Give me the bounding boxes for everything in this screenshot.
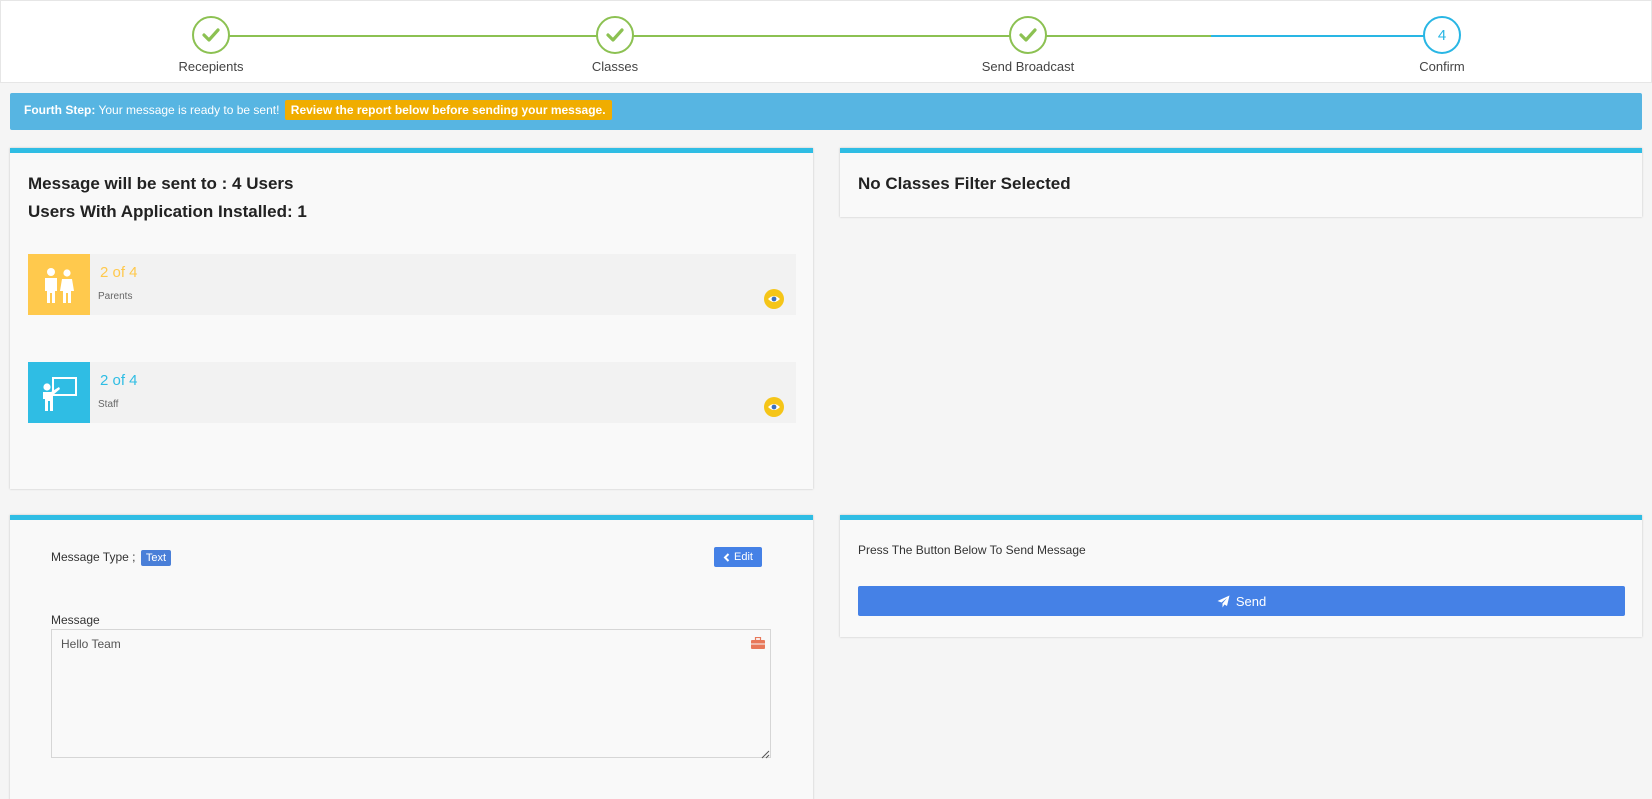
classes-panel: No Classes Filter Selected <box>840 148 1642 217</box>
edit-button[interactable]: Edit <box>714 547 762 567</box>
send-hint: Press The Button Below To Send Message <box>858 543 1086 557</box>
step-label: Send Broadcast <box>981 59 1075 74</box>
staff-stat: 2 of 4 Staff <box>28 362 796 423</box>
installed-count-text: Users With Application Installed: 1 <box>28 202 307 221</box>
send-panel: Press The Button Below To Send Message S… <box>840 515 1642 637</box>
step-confirm[interactable]: 4 Confirm <box>1352 16 1532 74</box>
check-icon <box>1009 16 1047 54</box>
briefcase-icon[interactable] <box>751 636 765 654</box>
step-number: 4 <box>1423 16 1461 54</box>
message-type-label: Message Type ; <box>51 550 136 564</box>
wizard-stepper: Recepients Classes Send Broadcast 4 Conf… <box>0 0 1652 83</box>
send-button-label: Send <box>1235 593 1267 609</box>
paper-plane-icon <box>1217 595 1230 607</box>
parents-stat: 2 of 4 Parents <box>28 254 796 315</box>
resize-grip-icon[interactable] <box>760 746 770 764</box>
classes-title: No Classes Filter Selected <box>858 174 1071 193</box>
message-textarea[interactable]: Hello Team <box>51 629 771 758</box>
view-staff-eye-icon[interactable] <box>764 397 784 417</box>
staff-label: Staff <box>98 399 119 410</box>
step-send-broadcast[interactable]: Send Broadcast <box>938 16 1118 74</box>
message-type-badge: Text <box>140 550 172 566</box>
recipients-summary-panel: Message will be sent to : 4 Users Users … <box>10 148 813 489</box>
alert-text: Your message is ready to be sent! <box>98 103 280 117</box>
message-field-label: Message <box>51 613 100 627</box>
step-label: Confirm <box>1419 59 1465 74</box>
step-recepients[interactable]: Recepients <box>121 16 301 74</box>
send-button[interactable]: Send <box>858 586 1625 616</box>
info-alert: Fourth Step: Your message is ready to be… <box>10 93 1642 130</box>
teacher-icon <box>28 362 90 423</box>
parents-count: 2 of 4 <box>100 264 138 281</box>
chevron-left-icon <box>723 552 730 562</box>
message-panel: Message Type ; Text Edit Message Hello T… <box>10 515 813 799</box>
check-icon <box>596 16 634 54</box>
staff-count: 2 of 4 <box>100 372 138 389</box>
message-type: Message Type ; Text <box>51 550 172 566</box>
parents-icon <box>28 254 90 315</box>
alert-highlight: Review the report below before sending y… <box>284 100 612 120</box>
parents-label: Parents <box>98 291 133 302</box>
check-icon <box>192 16 230 54</box>
step-label: Recepients <box>178 59 244 74</box>
alert-step-label: Fourth Step: <box>24 103 96 117</box>
step-classes[interactable]: Classes <box>525 16 705 74</box>
sent-to-text: Message will be sent to : 4 Users <box>28 174 294 193</box>
step-label: Classes <box>591 59 639 74</box>
view-parents-eye-icon[interactable] <box>764 289 784 309</box>
edit-button-label: Edit <box>734 551 753 563</box>
